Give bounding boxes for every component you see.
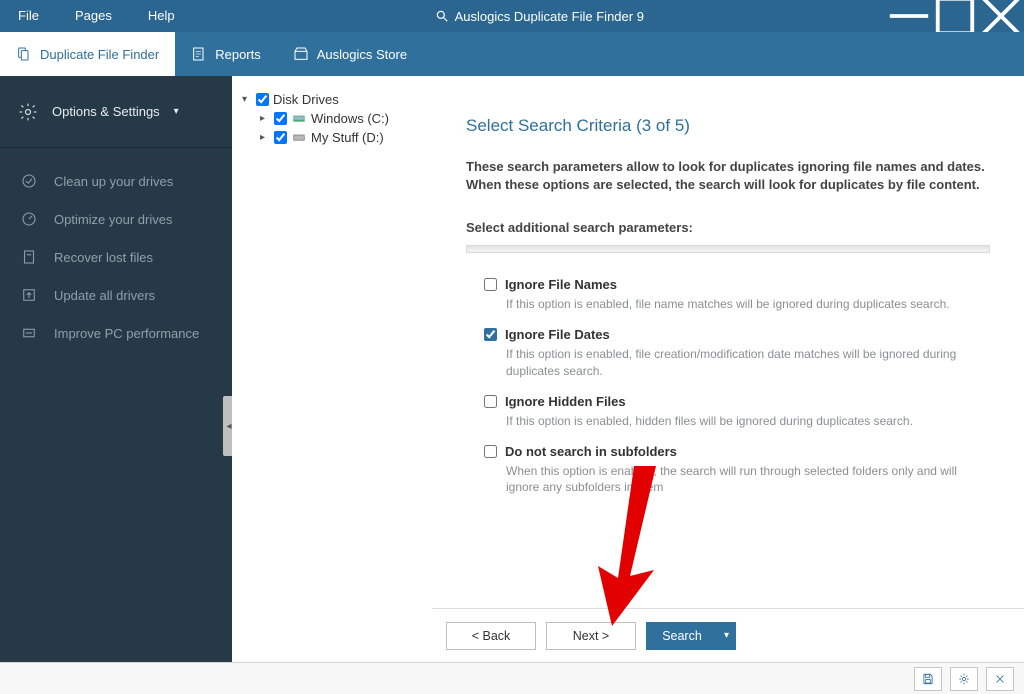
- option-label: Ignore File Names: [505, 277, 617, 292]
- option-label: Ignore Hidden Files: [505, 394, 626, 409]
- tab-label: Auslogics Store: [317, 47, 407, 62]
- chevron-down-icon: ▾: [174, 106, 179, 117]
- collapse-arrow-icon: ▾: [242, 94, 252, 105]
- sidebar-item-label: Update all drivers: [54, 288, 155, 303]
- app-title: Auslogics Duplicate File Finder 9: [455, 9, 644, 24]
- speed-icon: [20, 324, 38, 342]
- tree-root[interactable]: ▾ Disk Drives: [232, 90, 432, 109]
- wizard-panel: Select Search Criteria (3 of 5) These se…: [432, 76, 1024, 662]
- minimize-button[interactable]: [886, 0, 932, 32]
- close-icon: [993, 672, 1007, 686]
- tree-item-drive-d[interactable]: ▸ My Stuff (D:): [232, 128, 432, 147]
- tree-root-label: Disk Drives: [273, 92, 339, 107]
- settings-button[interactable]: [950, 667, 978, 691]
- drive-icon: [291, 132, 307, 144]
- expand-arrow-icon: ▸: [260, 132, 270, 143]
- checkbox[interactable]: [484, 328, 497, 341]
- sidebar-item-label: Optimize your drives: [54, 212, 172, 227]
- sidebar: Options & Settings ▾ Clean up your drive…: [0, 76, 232, 662]
- exit-button[interactable]: [986, 667, 1014, 691]
- back-button[interactable]: < Back: [446, 622, 536, 650]
- drive-icon: [291, 113, 307, 125]
- sidebar-item-improve-performance[interactable]: Improve PC performance: [0, 314, 232, 352]
- tree-checkbox[interactable]: [274, 112, 287, 125]
- option-hint: If this option is enabled, file creation…: [506, 346, 990, 380]
- gauge-icon: [20, 210, 38, 228]
- option-hint: If this option is enabled, hidden files …: [506, 413, 990, 430]
- report-icon: [191, 46, 207, 62]
- app-logo-icon: [435, 9, 449, 23]
- section-divider: [466, 245, 990, 253]
- tab-auslogics-store[interactable]: Auslogics Store: [277, 32, 423, 76]
- gear-icon: [957, 672, 971, 686]
- option-label: Ignore File Dates: [505, 327, 610, 342]
- wizard-button-bar: < Back Next > Search: [432, 608, 1024, 662]
- files-icon: [16, 46, 32, 62]
- title-bar: File Pages Help Auslogics Duplicate File…: [0, 0, 1024, 32]
- wizard-description: These search parameters allow to look fo…: [466, 158, 990, 194]
- tree-checkbox[interactable]: [274, 131, 287, 144]
- option-label: Do not search in subfolders: [505, 444, 677, 459]
- sidebar-item-update-drivers[interactable]: Update all drivers: [0, 276, 232, 314]
- tab-bar: Duplicate File Finder Reports Auslogics …: [0, 32, 1024, 76]
- menu-file[interactable]: File: [0, 0, 57, 32]
- option-ignore-file-names[interactable]: Ignore File Names: [484, 277, 990, 292]
- option-ignore-file-dates[interactable]: Ignore File Dates: [484, 327, 990, 342]
- maximize-button[interactable]: [932, 0, 978, 32]
- tree-item-drive-c[interactable]: ▸ Windows (C:): [232, 109, 432, 128]
- save-button[interactable]: [914, 667, 942, 691]
- option-ignore-hidden-files[interactable]: Ignore Hidden Files: [484, 394, 990, 409]
- next-button[interactable]: Next >: [546, 622, 636, 650]
- update-icon: [20, 286, 38, 304]
- wizard-heading: Select Search Criteria (3 of 5): [466, 116, 990, 136]
- sidebar-item-recover[interactable]: Recover lost files: [0, 238, 232, 276]
- option-hint: When this option is enabled, the search …: [506, 463, 990, 497]
- expand-arrow-icon: ▸: [260, 113, 270, 124]
- broom-icon: [20, 172, 38, 190]
- tab-reports[interactable]: Reports: [175, 32, 277, 76]
- tab-duplicate-file-finder[interactable]: Duplicate File Finder: [0, 32, 175, 76]
- store-icon: [293, 46, 309, 62]
- checkbox[interactable]: [484, 395, 497, 408]
- tab-label: Duplicate File Finder: [40, 47, 159, 62]
- gear-icon: [18, 102, 38, 122]
- checkbox[interactable]: [484, 445, 497, 458]
- recover-icon: [20, 248, 38, 266]
- sidebar-item-cleanup[interactable]: Clean up your drives: [0, 162, 232, 200]
- tree-item-label: My Stuff (D:): [311, 130, 384, 145]
- tab-label: Reports: [215, 47, 261, 62]
- wizard-sub-label: Select additional search parameters:: [466, 220, 990, 235]
- option-no-subfolders[interactable]: Do not search in subfolders: [484, 444, 990, 459]
- options-settings[interactable]: Options & Settings ▾: [0, 76, 232, 148]
- tree-root-checkbox[interactable]: [256, 93, 269, 106]
- sidebar-item-label: Improve PC performance: [54, 326, 199, 341]
- menu-help[interactable]: Help: [130, 0, 193, 32]
- options-label: Options & Settings: [52, 104, 160, 119]
- wizard-step-counter: (3 of 5): [636, 116, 690, 135]
- menu-pages[interactable]: Pages: [57, 0, 130, 32]
- sidebar-item-optimize[interactable]: Optimize your drives: [0, 200, 232, 238]
- sidebar-item-label: Recover lost files: [54, 250, 153, 265]
- checkbox[interactable]: [484, 278, 497, 291]
- close-button[interactable]: [978, 0, 1024, 32]
- sidebar-item-label: Clean up your drives: [54, 174, 173, 189]
- drive-tree: ▾ Disk Drives ▸ Windows (C:) ▸ My Stuff …: [232, 76, 432, 662]
- tree-item-label: Windows (C:): [311, 111, 389, 126]
- status-bar: [0, 662, 1024, 694]
- search-button[interactable]: Search: [646, 622, 736, 650]
- wizard-heading-text: Select Search Criteria: [466, 116, 631, 135]
- save-icon: [921, 672, 935, 686]
- option-hint: If this option is enabled, file name mat…: [506, 296, 990, 313]
